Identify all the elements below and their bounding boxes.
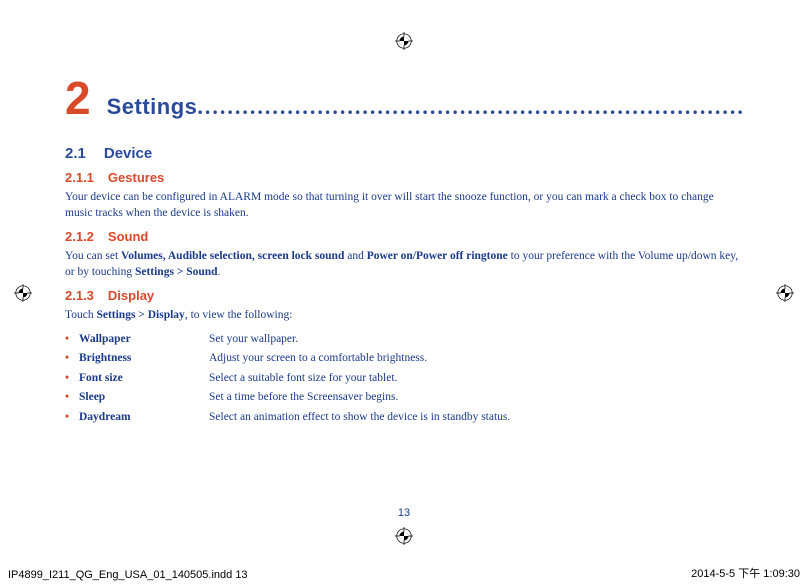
term: Daydream xyxy=(79,408,209,428)
section-number: 2.1 xyxy=(65,145,86,162)
bold-fragment: Volumes, Audible selection, screen lock … xyxy=(121,250,344,262)
chapter-dots: ........................................… xyxy=(197,94,743,120)
subsection-number: 2.1.3 xyxy=(65,288,94,303)
chapter-heading: 2 Settings .............................… xyxy=(65,75,743,121)
page-number: 13 xyxy=(0,507,808,519)
text-fragment: and xyxy=(344,250,366,262)
manual-page: 2 Settings .............................… xyxy=(0,0,808,467)
bullet-icon: • xyxy=(65,388,73,408)
text-fragment: . xyxy=(218,266,221,278)
text-fragment: Touch xyxy=(65,309,96,321)
description: Adjust your screen to a comfortable brig… xyxy=(209,349,743,369)
display-text: Touch Settings > Display, to view the fo… xyxy=(65,308,743,324)
sound-text: You can set Volumes, Audible selection, … xyxy=(65,249,743,280)
description: Set your wallpaper. xyxy=(209,330,743,350)
subsection-number: 2.1.2 xyxy=(65,229,94,244)
section-display-heading: 2.1.3 Display xyxy=(65,288,743,303)
list-item: • Wallpaper Set your wallpaper. xyxy=(65,330,743,350)
registration-mark-icon xyxy=(395,32,413,50)
bullet-icon: • xyxy=(65,349,73,369)
chapter-number: 2 xyxy=(65,75,91,121)
list-item: • Daydream Select an animation effect to… xyxy=(65,408,743,428)
registration-mark-icon xyxy=(14,284,32,302)
bullet-icon: • xyxy=(65,369,73,389)
section-gestures-heading: 2.1.1 Gestures xyxy=(65,170,743,185)
term: Sleep xyxy=(79,388,209,408)
gestures-text: Your device can be configured in ALARM m… xyxy=(65,190,743,221)
text-fragment: You can set xyxy=(65,250,121,262)
description: Select a suitable font size for your tab… xyxy=(209,369,743,389)
chapter-title: Settings xyxy=(107,94,198,120)
term: Brightness xyxy=(79,349,209,369)
list-item: • Font size Select a suitable font size … xyxy=(65,369,743,389)
bold-fragment: Power on/Power off ringtone xyxy=(367,250,508,262)
display-def-list: • Wallpaper Set your wallpaper. • Bright… xyxy=(65,330,743,428)
registration-mark-icon xyxy=(776,284,794,302)
registration-mark-icon xyxy=(395,527,413,545)
bullet-icon: • xyxy=(65,408,73,428)
footer-timestamp: 2014-5-5 下午 1:09:30 xyxy=(691,565,800,581)
term: Font size xyxy=(79,369,209,389)
subsection-title: Display xyxy=(108,288,154,303)
section-sound-heading: 2.1.2 Sound xyxy=(65,229,743,244)
description: Set a time before the Screensaver begins… xyxy=(209,388,743,408)
bullet-icon: • xyxy=(65,330,73,350)
term: Wallpaper xyxy=(79,330,209,350)
bold-fragment: Settings > Display xyxy=(96,309,184,321)
bold-fragment: Settings > Sound xyxy=(135,266,218,278)
text-fragment: , to view the following: xyxy=(185,309,293,321)
section-title: Device xyxy=(104,145,152,162)
list-item: • Sleep Set a time before the Screensave… xyxy=(65,388,743,408)
section-device-heading: 2.1 Device xyxy=(65,145,743,162)
subsection-number: 2.1.1 xyxy=(65,170,94,185)
list-item: • Brightness Adjust your screen to a com… xyxy=(65,349,743,369)
footer-filename: IP4899_I211_QG_Eng_USA_01_140505.indd 13 xyxy=(8,569,248,581)
subsection-title: Gestures xyxy=(108,170,164,185)
subsection-title: Sound xyxy=(108,229,148,244)
description: Select an animation effect to show the d… xyxy=(209,408,743,428)
